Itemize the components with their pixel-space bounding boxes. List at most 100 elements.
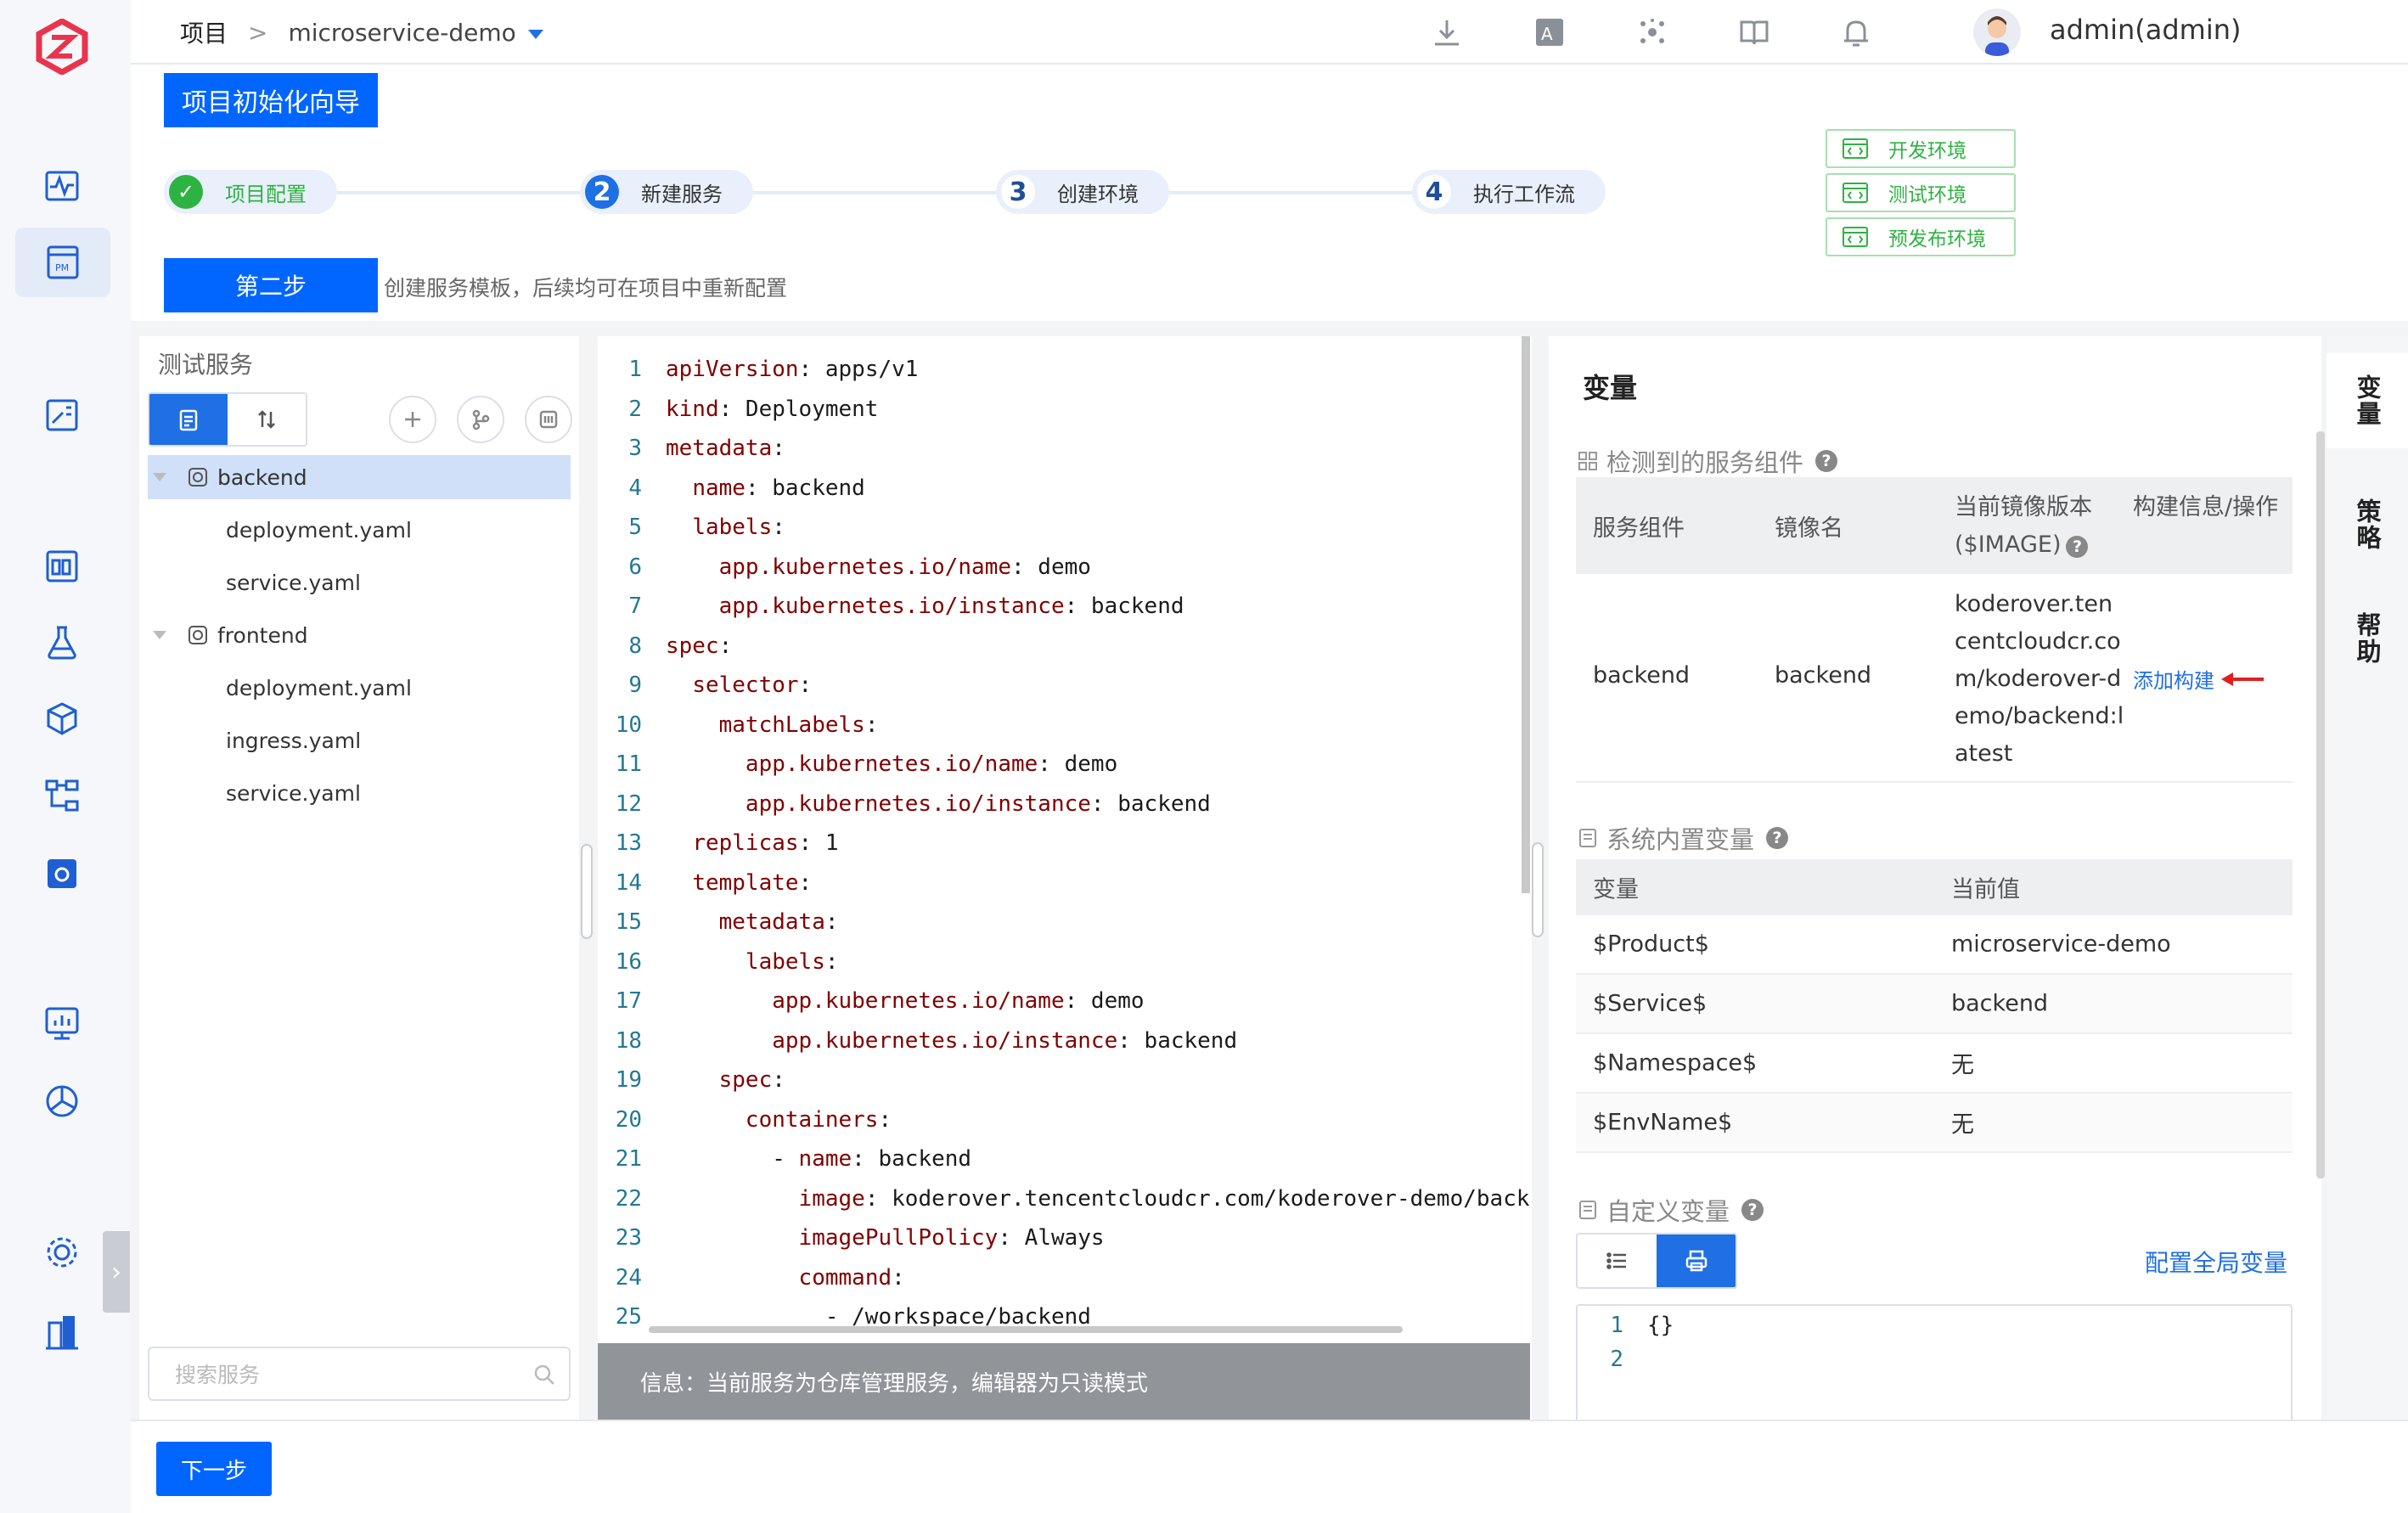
svg-text:PM: PM — [55, 262, 69, 273]
list-view-button[interactable] — [149, 394, 228, 445]
var-name: $Service$ — [1593, 990, 1708, 1017]
line-number: 3 — [628, 436, 642, 461]
code-window-icon — [1843, 183, 1868, 203]
panel-resize-handle[interactable] — [581, 844, 593, 939]
table-row: $Product$ microservice-demo — [1576, 915, 2293, 975]
line-number: 5 — [628, 515, 642, 540]
yaml-value: : backend — [1090, 790, 1211, 817]
help-icon[interactable]: ? — [1766, 827, 1789, 849]
breadcrumb-root[interactable]: 项目 — [180, 15, 228, 49]
project-management-icon[interactable]: PM — [15, 228, 110, 297]
line-number: 20 — [615, 1106, 642, 1133]
flask-icon[interactable] — [42, 623, 82, 662]
tree-file[interactable]: service.yaml — [148, 771, 571, 815]
variables-scrollbar[interactable] — [2316, 431, 2325, 1178]
package-icon[interactable] — [42, 700, 82, 739]
tab-help[interactable]: 帮助 — [2326, 591, 2408, 686]
code-line: 9 selector: — [598, 667, 812, 703]
tree-file[interactable]: service.yaml — [148, 560, 571, 605]
tree-file[interactable]: deployment.yaml — [148, 508, 571, 552]
custom-vars-heading: 自定义变量 ? — [1576, 1192, 1764, 1228]
editor-horizontal-scrollbar[interactable] — [649, 1326, 1403, 1333]
line-text: spec: — [642, 1062, 785, 1098]
line-text: app.kubernetes.io/instance: backend — [642, 786, 1211, 822]
tree-label: ingress.yaml — [226, 728, 362, 753]
help-icon[interactable]: ? — [1815, 450, 1838, 472]
env-button-staging[interactable]: 预发布环境 — [1826, 217, 2016, 256]
plus-icon — [405, 412, 420, 427]
tab-variables[interactable]: 变量 — [2326, 353, 2408, 448]
line-number: 1 — [1610, 1313, 1623, 1338]
line-number: 25 — [615, 1304, 642, 1330]
yaml-value: : demo — [1011, 554, 1091, 580]
user-name[interactable]: admin(admin) — [2050, 14, 2242, 46]
code-line: 1 apiVersion: apps/v1 — [598, 352, 918, 387]
panel-resize-handle[interactable] — [1532, 842, 1544, 937]
line-number: 2 — [628, 396, 642, 422]
line-text: template: — [642, 865, 812, 901]
code-line: 23 imagePullPolicy: Always — [598, 1220, 1105, 1256]
code-mode-button[interactable] — [1657, 1235, 1736, 1287]
tree-file[interactable]: ingress.yaml — [148, 718, 571, 762]
yaml-key: metadata — [666, 436, 773, 461]
pie-chart-icon[interactable] — [42, 1082, 82, 1121]
help-icon[interactable]: ? — [1741, 1199, 1764, 1221]
next-step-button[interactable]: 下一步 — [156, 1442, 272, 1496]
dashboard-icon[interactable] — [42, 1004, 82, 1043]
building-icon[interactable] — [42, 1313, 82, 1352]
bell-icon[interactable] — [1839, 15, 1873, 49]
download-icon[interactable] — [1430, 15, 1464, 49]
tree-label: service.yaml — [226, 570, 361, 595]
env-button-dev[interactable]: 开发环境 — [1826, 129, 2016, 168]
project-selector[interactable]: microservice-demo — [288, 19, 543, 47]
list-mode-button[interactable] — [1578, 1235, 1657, 1287]
import-from-repo-button[interactable] — [457, 396, 504, 443]
plugin-icon[interactable] — [1635, 15, 1669, 49]
add-service-button[interactable] — [389, 396, 436, 443]
monitor-icon[interactable] — [42, 166, 82, 205]
tree-file[interactable]: deployment.yaml — [148, 666, 571, 710]
board-icon[interactable] — [42, 547, 82, 586]
tree-label: frontend — [217, 622, 308, 648]
translate-icon[interactable]: A — [1533, 15, 1567, 49]
user-avatar[interactable] — [1973, 8, 2021, 56]
expand-arrow-icon[interactable] — [153, 473, 166, 481]
env-label: 测试环境 — [1888, 184, 1966, 206]
add-build-link[interactable]: 添加构建 — [2133, 664, 2265, 694]
sort-button[interactable] — [228, 394, 306, 445]
yaml-editor[interactable]: 1 apiVersion: apps/v1 2 kind: Deployment 3 me… — [598, 336, 1532, 1420]
workflow-icon[interactable] — [42, 776, 82, 815]
custom-vars-editor[interactable]: 1 {} 2 — [1576, 1304, 2293, 1420]
book-icon[interactable] — [1737, 15, 1771, 49]
nav-rail: PM › — [0, 0, 131, 1513]
help-icon[interactable]: ? — [2066, 536, 2089, 558]
template-button[interactable] — [525, 396, 572, 443]
yaml-key: replicas — [692, 830, 799, 856]
edit-doc-icon[interactable] — [42, 396, 82, 435]
step-label: 执行工作流 — [1473, 182, 1575, 206]
configure-global-vars-link[interactable]: 配置全局变量 — [2145, 1245, 2287, 1279]
service-search-input[interactable]: 搜索服务 — [148, 1347, 571, 1401]
table-row: $EnvName$ 无 — [1576, 1094, 2293, 1153]
env-button-test[interactable]: 测试环境 — [1826, 173, 2016, 212]
step-run-workflow: 4 执行工作流 — [1412, 170, 1606, 214]
collapse-sidebar-button[interactable]: › — [103, 1231, 130, 1313]
zadig-logo[interactable] — [34, 19, 90, 75]
gear-icon[interactable] — [42, 1233, 82, 1272]
settings-box-icon[interactable] — [42, 854, 82, 893]
tree-service-backend[interactable]: backend — [148, 455, 571, 499]
tab-policy[interactable]: 策略 — [2326, 477, 2408, 572]
step-label: 创建环境 — [1057, 182, 1139, 206]
yaml-key: containers — [745, 1106, 879, 1133]
col-version: 当前镜像版本($IMAGE)? — [1955, 489, 2124, 564]
expand-arrow-icon[interactable] — [153, 631, 166, 639]
col-image: 镜像名 — [1775, 515, 1843, 542]
tree-service-frontend[interactable]: frontend — [148, 613, 571, 657]
tree-label: deployment.yaml — [226, 675, 412, 700]
yaml-key: metadata — [718, 909, 825, 935]
line-text — [1623, 1347, 1647, 1372]
editor-vertical-scrollbar[interactable] — [1522, 336, 1530, 893]
step-number: 3 — [1001, 175, 1035, 209]
